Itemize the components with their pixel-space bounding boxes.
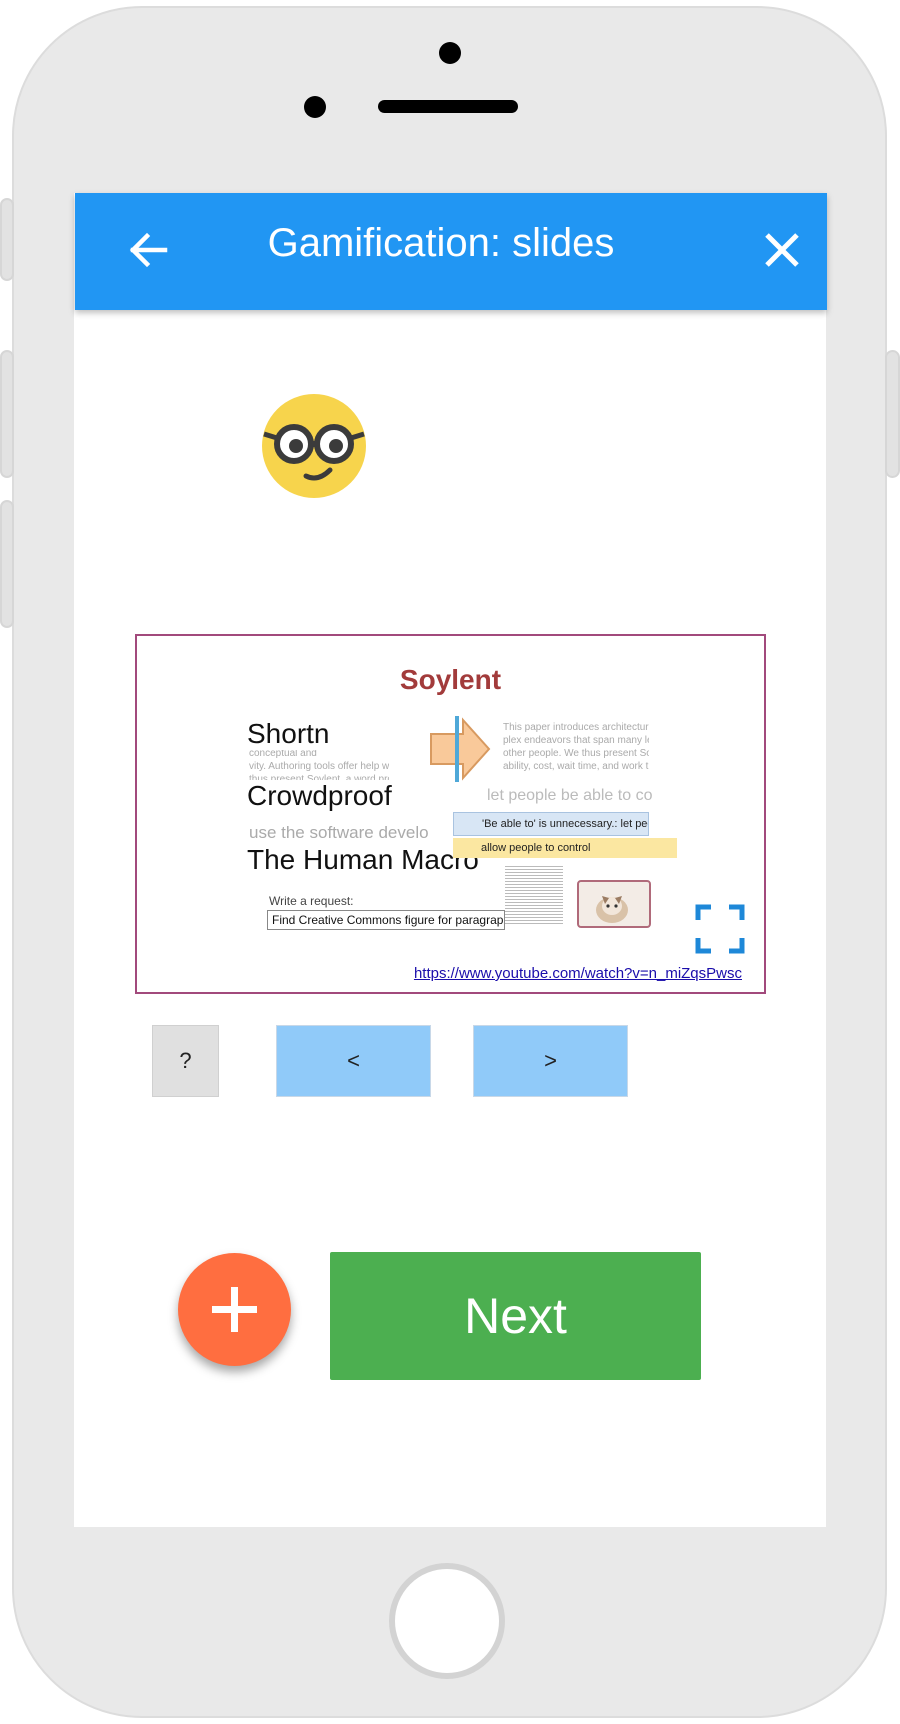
suggestion-row-2: allow people to control	[453, 838, 677, 858]
proximity-sensor	[304, 96, 326, 118]
video-embed[interactable]: Soylent action patterns butions directly…	[135, 634, 766, 994]
next-button[interactable]: Next	[330, 1252, 701, 1380]
suggestion-row-1: 'Be able to' is unnecessary.: let people	[453, 812, 649, 836]
cat-image	[577, 880, 651, 928]
feature-label-1: Shortn	[243, 718, 334, 750]
request-field: Find Creative Commons figure for paragra…	[267, 910, 505, 930]
fullscreen-icon[interactable]	[695, 904, 745, 954]
phone-home-button	[389, 1563, 505, 1679]
previous-slide-button[interactable]: <	[276, 1025, 431, 1097]
slide-title: Soylent	[399, 664, 502, 695]
page-title: Gamification: slides	[267, 221, 615, 265]
request-label: Write a request:	[269, 894, 354, 908]
document-thumbnail	[505, 864, 563, 926]
slide-background-text-right: This paper introduces architectural and …	[503, 722, 649, 772]
phone-mute-switch	[0, 198, 14, 281]
phone-volume-up	[0, 350, 14, 478]
feature-label-2: Crowdproof	[243, 780, 396, 812]
suggestion-popup: 'Be able to' is unnecessary.: let people…	[453, 812, 677, 868]
video-link[interactable]: https://www.youtube.com/watch?v=n_miZqsP…	[414, 965, 742, 982]
add-fab-button[interactable]	[178, 1253, 291, 1366]
plus-icon	[212, 1287, 257, 1332]
close-icon[interactable]	[755, 223, 809, 277]
feature-label-3: The Human Macro	[243, 844, 483, 876]
earpiece-speaker	[378, 100, 518, 113]
app-bar: Gamification: slides	[75, 193, 827, 310]
nerd-face-emoji-icon	[258, 390, 370, 502]
next-slide-button[interactable]: >	[473, 1025, 628, 1097]
phone-power-button	[885, 350, 900, 478]
phone-volume-down	[0, 500, 14, 628]
slide-inline-text: let people be able to co	[487, 787, 653, 804]
slide-arrow-graphic	[430, 716, 491, 782]
help-button[interactable]: ?	[152, 1025, 219, 1097]
front-camera	[439, 42, 461, 64]
